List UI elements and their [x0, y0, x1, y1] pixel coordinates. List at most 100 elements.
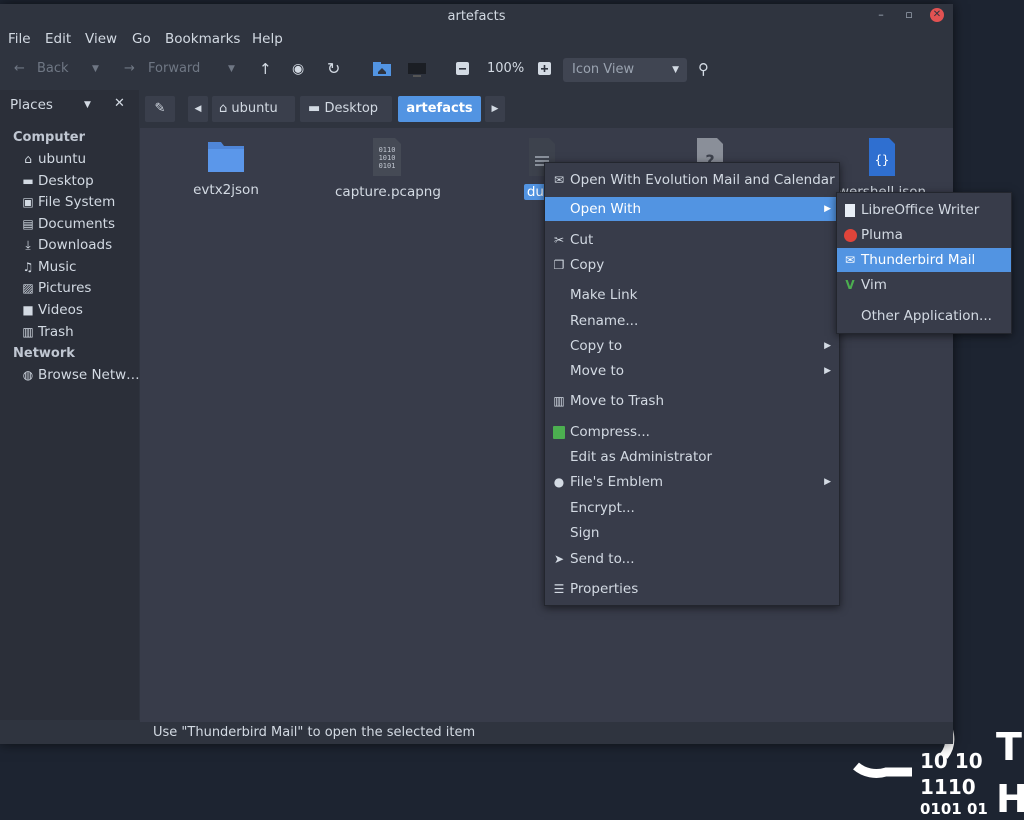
chevron-right-icon: ▶ [824, 341, 831, 351]
file-item[interactable]: evtx2json [186, 138, 266, 198]
folder-icon [208, 142, 244, 172]
menu-item-sign[interactable]: Sign [545, 521, 839, 545]
breadcrumb-desktop[interactable]: ▬ Desktop [300, 96, 392, 122]
back-arrow-icon[interactable]: ← [14, 52, 25, 86]
menu-item-move-to-trash[interactable]: ▥ Move to Trash [545, 389, 839, 413]
menu-item-move-to[interactable]: Move to ▶ [545, 359, 839, 383]
properties-icon: ☰ [553, 582, 565, 596]
zoom-level: 100% [487, 61, 525, 76]
menu-item-label: Thunderbird Mail [861, 252, 976, 268]
menu-item-files-emblem[interactable]: ● File's Emblem ▶ [545, 470, 839, 494]
menu-item-make-link[interactable]: Make Link [545, 283, 839, 307]
menu-item-label: Move to Trash [570, 393, 665, 409]
submenu-item-thunderbird-mail[interactable]: ✉ Thunderbird Mail [837, 248, 1011, 272]
close-icon[interactable]: ✕ [930, 8, 944, 22]
edit-location-button[interactable]: ✎ [145, 96, 175, 122]
menu-item-compress[interactable]: Compress... [545, 420, 839, 444]
binary-file-icon: 011010100101 [373, 138, 401, 176]
sidebar-item-ubuntu[interactable]: ⌂ ubuntu [20, 149, 86, 169]
sidebar-item-videos[interactable]: ■ Videos [20, 300, 83, 320]
pathbar-scroll-left[interactable]: ◀ [188, 96, 208, 122]
trash-icon: ▥ [22, 325, 34, 339]
submenu-item-pluma[interactable]: Pluma [837, 223, 1011, 247]
file-item[interactable]: {} wershell.json [832, 138, 932, 200]
svg-text:{}: {} [875, 153, 889, 167]
back-button-label[interactable]: Back [37, 52, 69, 86]
forward-arrow-icon[interactable]: → [124, 52, 135, 86]
home-folder-button[interactable] [372, 52, 392, 86]
sidebar-item-file-system[interactable]: ▣ File System [20, 192, 115, 212]
send-icon: ➤ [553, 552, 565, 566]
svg-text:0101: 0101 [379, 162, 396, 170]
sidebar-item-browse-network[interactable]: ◍ Browse Netw… [20, 365, 140, 385]
document-icon: ▤ [22, 217, 34, 231]
forward-history-chevron-icon[interactable]: ▼ [228, 52, 235, 86]
breadcrumb-label: Desktop [324, 101, 379, 116]
menu-item-copy[interactable]: ❐ Copy [545, 253, 839, 277]
sidebar-item-music[interactable]: ♫ Music [20, 257, 77, 277]
close-sidebar-icon[interactable]: ✕ [114, 96, 125, 111]
menu-go[interactable]: Go [132, 31, 151, 47]
breadcrumb-artefacts[interactable]: artefacts [398, 96, 481, 122]
breadcrumb-ubuntu[interactable]: ⌂ ubuntu [212, 96, 295, 122]
menu-item-edit-as-administrator[interactable]: Edit as Administrator [545, 445, 839, 469]
menu-item-open-with[interactable]: Open With ▶ [545, 197, 839, 221]
music-icon: ♫ [22, 260, 34, 274]
menu-bookmarks[interactable]: Bookmarks [165, 31, 240, 47]
submenu-item-libreoffice-writer[interactable]: LibreOffice Writer [837, 198, 1011, 222]
menu-help[interactable]: Help [252, 31, 283, 47]
places-chevron-icon[interactable]: ▼ [84, 100, 91, 110]
logo-letter-1: T [996, 725, 1022, 769]
submenu-item-other-application[interactable]: Other Application... [837, 304, 1011, 328]
menu-item-copy-to[interactable]: Copy to ▶ [545, 334, 839, 358]
search-icon[interactable]: ⚲ [698, 52, 709, 86]
logo-digits-2: 1110 [920, 775, 976, 799]
menu-item-label: Compress... [570, 424, 650, 440]
toolbar: ← Back ▼ → Forward ▼ ↑ ◉ ↻ 100% Icon Vie… [0, 52, 953, 86]
menu-edit[interactable]: Edit [45, 31, 71, 47]
sidebar: Places ▼ ✕ Computer ⌂ ubuntu ▬ Desktop ▣ Fi… [0, 90, 140, 720]
up-arrow-icon[interactable]: ↑ [259, 52, 272, 86]
computer-button[interactable] [407, 52, 427, 86]
menu-item-cut[interactable]: ✂ Cut [545, 228, 839, 252]
sidebar-item-desktop[interactable]: ▬ Desktop [20, 171, 93, 191]
back-history-chevron-icon[interactable]: ▼ [92, 52, 99, 86]
minimize-icon[interactable]: – [874, 8, 888, 22]
menu-view[interactable]: View [85, 31, 117, 47]
zoom-out-button[interactable] [456, 52, 469, 86]
menu-item-encrypt[interactable]: Encrypt... [545, 496, 839, 520]
menu-item-send-to[interactable]: ➤ Send to... [545, 547, 839, 571]
zoom-in-button[interactable] [538, 52, 551, 86]
file-item[interactable]: 0110 1010 0101 capture.pcapng [335, 138, 441, 200]
trash-icon: ▥ [553, 394, 565, 408]
submenu-item-vim[interactable]: V Vim [837, 273, 1011, 297]
desktop-icon: ▬ [308, 101, 321, 116]
sidebar-item-documents[interactable]: ▤ Documents [20, 214, 115, 234]
pathbar-scroll-right[interactable]: ▶ [485, 96, 505, 122]
restore-icon[interactable]: ▫ [902, 8, 916, 22]
menu-file[interactable]: File [8, 31, 31, 47]
chevron-right-icon: ▶ [491, 104, 499, 114]
view-mode-select[interactable]: Icon View ▼ [563, 58, 687, 82]
reload-icon[interactable]: ↻ [327, 52, 340, 86]
sidebar-item-trash[interactable]: ▥ Trash [20, 322, 74, 342]
menu-item-label: File's Emblem [570, 474, 664, 490]
forward-button-label[interactable]: Forward [148, 52, 200, 86]
file-name: capture.pcapng [335, 184, 441, 200]
menu-item-label: Encrypt... [570, 500, 635, 516]
menu-item-label: Make Link [570, 287, 638, 303]
menu-item-rename[interactable]: Rename... [545, 309, 839, 333]
sidebar-item-downloads[interactable]: ⤓ Downloads [20, 235, 112, 255]
menu-item-properties[interactable]: ☰ Properties [545, 577, 839, 601]
scissors-icon: ✂ [553, 233, 565, 247]
sidebar-section-network: Network [13, 346, 75, 361]
menu-item-open-with-evolution[interactable]: ✉ Open With Evolution Mail and Calendar [545, 168, 839, 192]
places-header[interactable]: Places [10, 97, 53, 113]
stop-icon[interactable]: ◉ [292, 52, 304, 86]
sidebar-item-label: Trash [38, 324, 74, 340]
home-icon: ⌂ [24, 152, 32, 166]
sidebar-item-pictures[interactable]: ▨ Pictures [20, 278, 91, 298]
copy-icon: ❐ [553, 258, 565, 272]
titlebar[interactable]: artefacts – ▫ ✕ [0, 4, 953, 28]
pictures-icon: ▨ [22, 281, 34, 295]
